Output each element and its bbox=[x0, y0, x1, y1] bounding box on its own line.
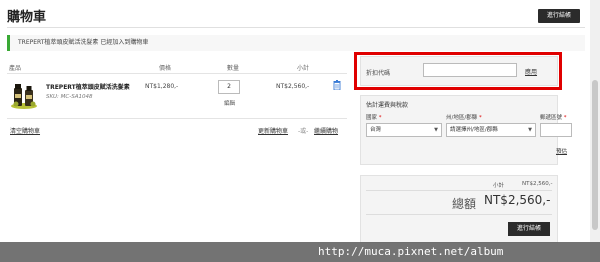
product-price: NT$1,280,- bbox=[145, 83, 179, 90]
grand-total-label: 總額 bbox=[452, 197, 477, 211]
country-label-text: 國家 bbox=[366, 115, 378, 121]
chevron-down-icon: ▼ bbox=[434, 127, 438, 133]
zip-label: 郵遞區號 * bbox=[540, 115, 567, 121]
country-label: 國家 * bbox=[366, 115, 382, 121]
summary-divider bbox=[366, 214, 552, 215]
estimate-link[interactable]: 預估 bbox=[556, 147, 567, 155]
column-price: 價格 bbox=[159, 65, 172, 72]
product-name-link[interactable]: TREPERT植萃頭皮賦活洗髮素 bbox=[46, 82, 130, 91]
grand-total-value: NT$2,560,- bbox=[484, 193, 551, 207]
zip-label-text: 郵遞區號 bbox=[540, 115, 563, 121]
product-sku: SKU: MC-SA1048 bbox=[46, 94, 93, 100]
product-thumbnail[interactable] bbox=[10, 80, 38, 110]
added-to-cart-notice: TREPERT植萃頭皮賦活洗髮素 已經加入到購物車 bbox=[7, 35, 585, 51]
state-label: 州/地區/郡縣 * bbox=[446, 115, 482, 121]
trash-icon[interactable] bbox=[333, 80, 341, 90]
state-label-text: 州/地區/郡縣 bbox=[446, 115, 478, 121]
scrollbar-thumb[interactable] bbox=[592, 80, 598, 230]
checkout-button-bottom[interactable]: 進行結帳 bbox=[508, 222, 550, 236]
page-title: 購物車 bbox=[7, 10, 47, 25]
watermark-url: http://muca.pixnet.net/album bbox=[318, 245, 504, 258]
quantity-input[interactable]: 2 bbox=[218, 80, 240, 94]
page-header: 購物車 bbox=[0, 0, 590, 28]
state-value: 請選擇州/地區/郡縣 bbox=[450, 127, 498, 133]
action-separator: -或- bbox=[298, 128, 309, 135]
chevron-down-icon: ▼ bbox=[528, 127, 532, 133]
highlight-frame bbox=[354, 52, 562, 90]
empty-cart-link[interactable]: 清空購物車 bbox=[10, 126, 40, 135]
edit-item-link[interactable]: 編輯 bbox=[224, 99, 235, 107]
state-select[interactable]: 請選擇州/地區/郡縣 ▼ bbox=[446, 123, 536, 137]
continue-shopping-link[interactable]: 繼續購物 bbox=[314, 126, 338, 135]
checkout-button-top[interactable]: 進行結帳 bbox=[538, 9, 580, 23]
column-quantity: 數量 bbox=[227, 65, 240, 72]
update-cart-link[interactable]: 更新購物車 bbox=[258, 126, 288, 135]
summary-subtotal-value: NT$2,560,- bbox=[522, 181, 553, 187]
column-subtotal: 小計 bbox=[297, 65, 310, 72]
header-divider bbox=[7, 27, 585, 28]
summary-divider bbox=[366, 190, 552, 191]
watermark-band bbox=[0, 242, 600, 262]
shipping-title: 估計運費與稅款 bbox=[366, 102, 409, 109]
row-divider bbox=[7, 118, 347, 119]
item-subtotal: NT$2,560,- bbox=[276, 83, 310, 90]
country-select[interactable]: 台灣 ▼ bbox=[366, 123, 442, 137]
column-product: 產品 bbox=[9, 65, 22, 72]
summary-subtotal-label: 小計 bbox=[493, 183, 505, 189]
cart-page: 購物車 進行結帳 TREPERT植萃頭皮賦活洗髮素 已經加入到購物車 產品 價格… bbox=[0, 0, 600, 262]
country-value: 台灣 bbox=[370, 127, 382, 133]
row-divider bbox=[7, 73, 347, 74]
zip-input[interactable] bbox=[540, 123, 572, 137]
